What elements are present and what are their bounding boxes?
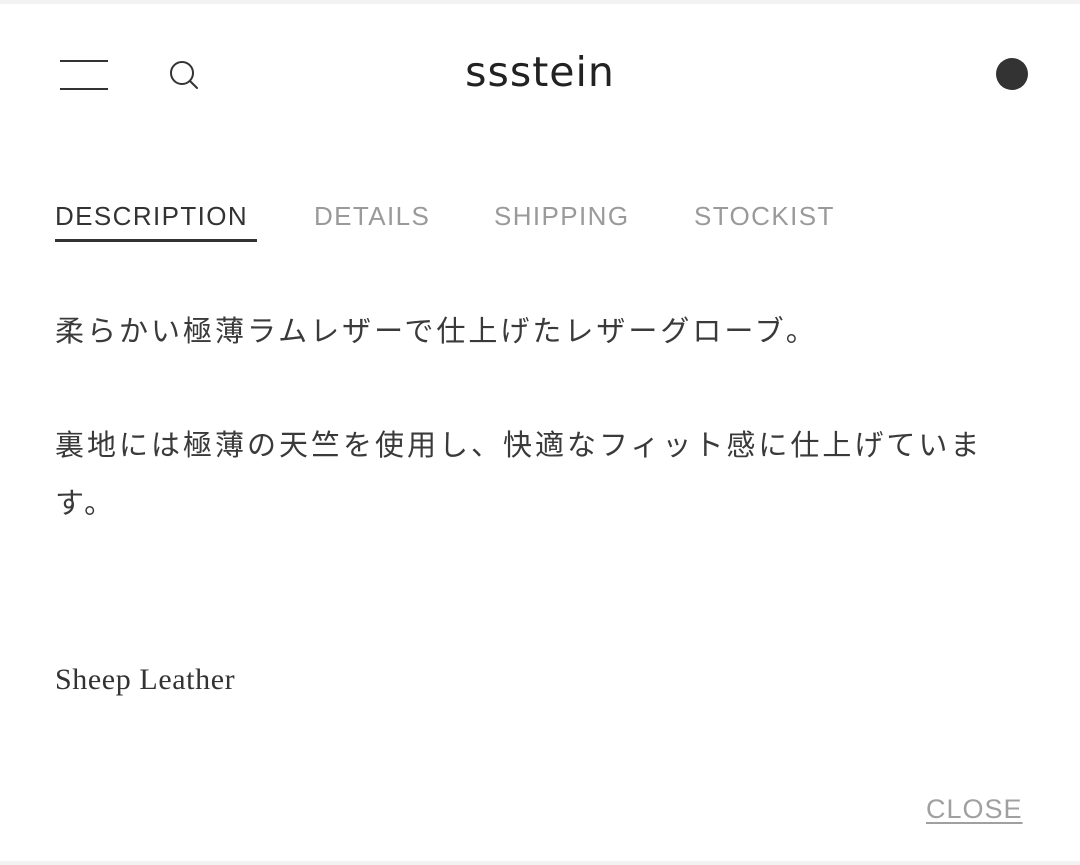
cart-dot-icon[interactable] — [996, 58, 1028, 90]
bottom-divider — [0, 861, 1080, 865]
close-button[interactable]: CLOSE — [926, 790, 1023, 828]
description-paragraph: 柔らかい極薄ラムレザーで仕上げたレザーグローブ。 — [55, 314, 818, 348]
top-divider — [0, 0, 1080, 4]
tab-description[interactable]: DESCRIPTION — [55, 196, 257, 242]
search-icon[interactable] — [164, 56, 204, 96]
description-paragraph: 裏地には極薄の天竺を使用し、快適なフィット感に仕上げています。 — [55, 428, 983, 520]
tab-shipping[interactable]: SHIPPING — [494, 196, 638, 240]
tab-stockist[interactable]: STOCKIST — [694, 196, 840, 240]
hamburger-menu-icon[interactable] — [56, 56, 112, 96]
brand-logo[interactable]: ssstein — [440, 44, 640, 100]
material-text: Sheep Leather — [55, 663, 236, 696]
tab-details[interactable]: DETAILS — [314, 196, 438, 240]
